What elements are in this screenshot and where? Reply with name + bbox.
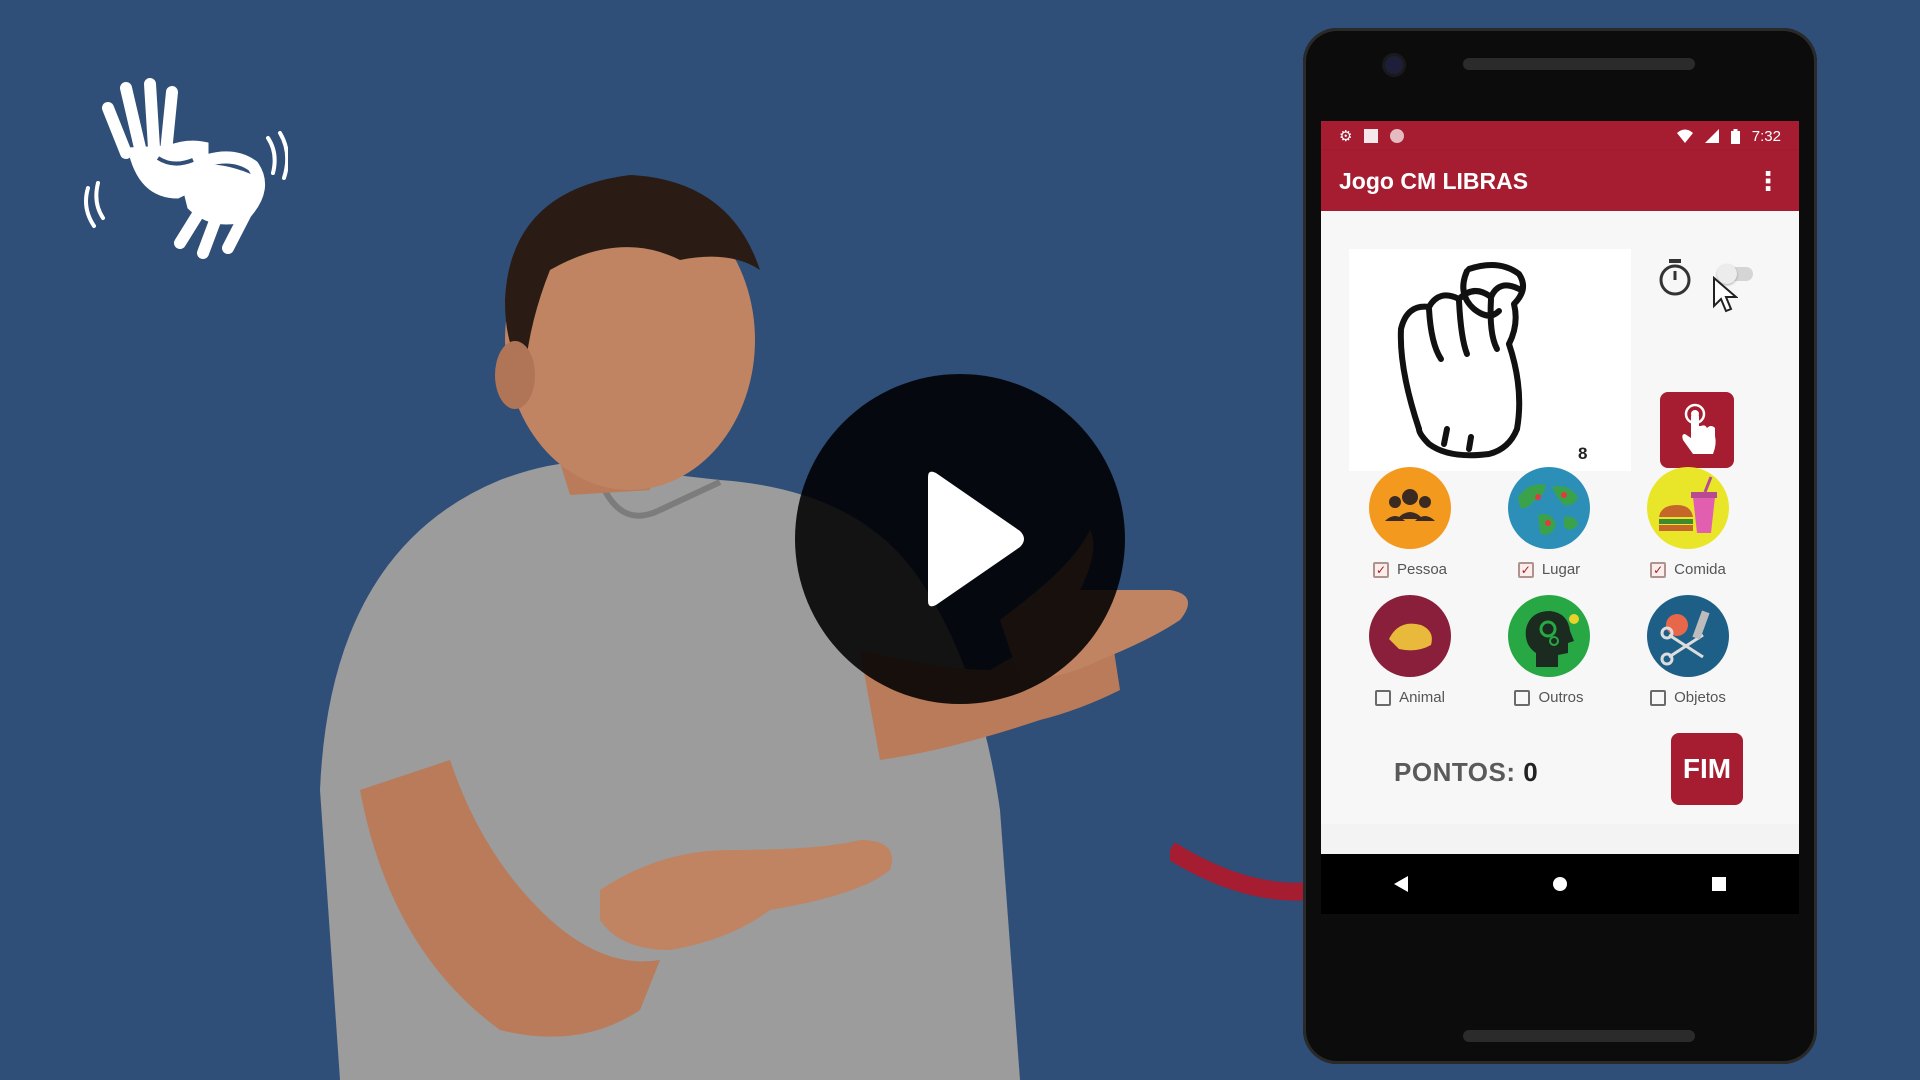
head-gears-icon (1508, 595, 1590, 677)
globe-icon (1508, 467, 1590, 549)
sign-number: 8 (1578, 444, 1588, 463)
phone-bottom-speaker (1463, 1030, 1695, 1042)
battery-icon (1730, 128, 1740, 144)
category-label: Animal (1399, 689, 1445, 706)
play-icon (928, 471, 1024, 607)
points-label: PONTOS: (1394, 757, 1516, 787)
category-lugar[interactable]: ✓ Lugar (1489, 467, 1609, 578)
android-nav-bar (1321, 854, 1799, 914)
animal-icon (1369, 595, 1451, 677)
phone-screen: ⚙ 7:32 Jogo CM LIBRAS ⋮ 8 ✓ Pessoa ✓ Lug… (1321, 121, 1799, 914)
status-bar: ⚙ 7:32 (1321, 121, 1799, 151)
category-animal[interactable]: Animal (1350, 595, 1470, 706)
category-label: Objetos (1674, 689, 1726, 706)
home-icon[interactable] (1540, 864, 1580, 904)
tap-button[interactable] (1660, 392, 1734, 468)
signal-icon (1704, 129, 1719, 143)
category-label: Comida (1674, 561, 1726, 578)
phone-device: ⚙ 7:32 Jogo CM LIBRAS ⋮ 8 ✓ Pessoa ✓ Lug… (1303, 28, 1817, 1064)
category-objetos[interactable]: Objetos (1628, 595, 1748, 706)
people-icon (1369, 467, 1451, 549)
pessoa-checkbox[interactable]: ✓ (1372, 561, 1389, 578)
more-vert-icon[interactable]: ⋮ (1755, 168, 1781, 194)
circle-icon (1390, 129, 1405, 143)
category-label: Lugar (1541, 561, 1581, 578)
category-outros[interactable]: Outros (1489, 595, 1609, 706)
recents-icon[interactable] (1699, 864, 1739, 904)
food-icon (1647, 467, 1729, 549)
phone-speaker (1463, 58, 1695, 70)
tap-hand-icon (1682, 403, 1716, 454)
sign-card: 8 (1349, 249, 1631, 471)
category-pessoa[interactable]: ✓ Pessoa (1350, 467, 1470, 578)
sd-card-icon (1364, 129, 1379, 143)
front-camera (1385, 56, 1403, 74)
stopwatch-icon (1659, 259, 1691, 296)
app-bar: Jogo CM LIBRAS ⋮ (1321, 151, 1799, 211)
category-comida[interactable]: ✓ Comida (1628, 467, 1748, 578)
hand-sign-icon (1397, 262, 1526, 459)
points-display: PONTOS: 0 (1394, 757, 1538, 788)
outros-checkbox[interactable] (1514, 689, 1531, 706)
mouse-cursor-icon (1713, 276, 1738, 313)
comida-checkbox[interactable]: ✓ (1650, 561, 1667, 578)
back-icon[interactable] (1381, 864, 1421, 904)
fim-label: FIM (1682, 753, 1732, 784)
objetos-checkbox[interactable] (1650, 689, 1667, 706)
app-title: Jogo CM LIBRAS (1339, 167, 1529, 194)
gear-icon: ⚙ (1339, 128, 1353, 145)
play-button[interactable] (795, 374, 1125, 704)
fim-button[interactable]: FIM (1671, 733, 1743, 805)
tools-icon (1647, 595, 1729, 677)
category-label: Outros (1538, 689, 1584, 706)
sign-language-hands-icon (68, 48, 290, 268)
points-value: 0 (1523, 757, 1539, 787)
category-label: Pessoa (1396, 561, 1448, 578)
wifi-icon (1676, 129, 1693, 143)
animal-checkbox[interactable] (1375, 689, 1392, 706)
status-time: 7:32 (1751, 127, 1781, 145)
lugar-checkbox[interactable]: ✓ (1517, 561, 1534, 578)
